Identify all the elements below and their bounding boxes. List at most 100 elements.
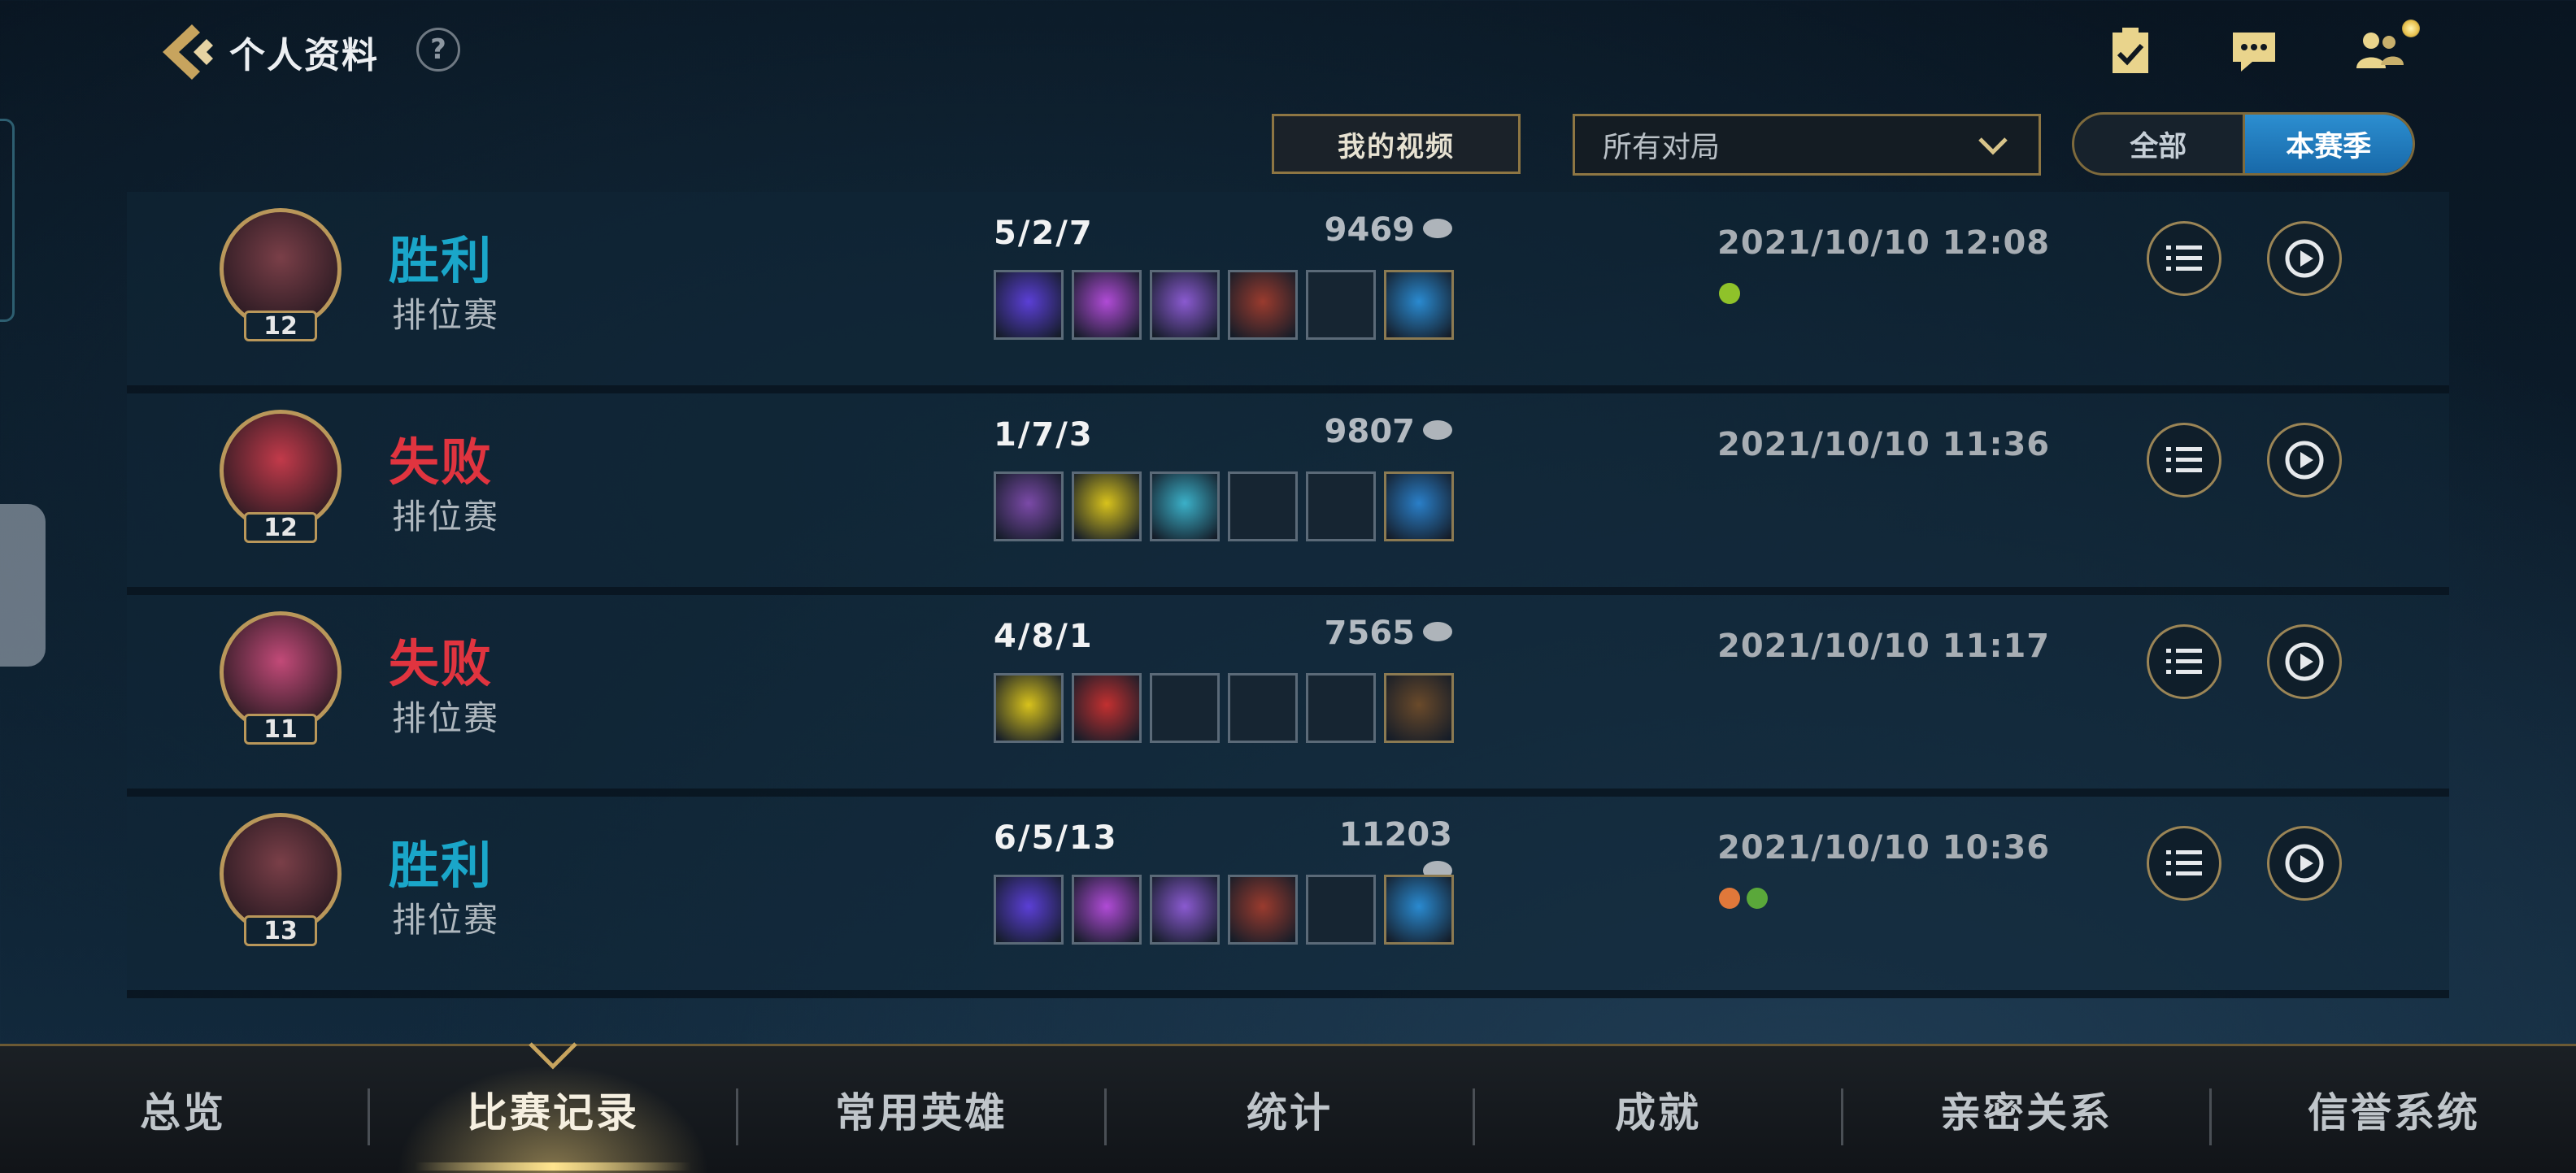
game-mode: 排位赛 (392, 497, 500, 537)
match-result: 胜利 (389, 836, 494, 895)
side-pull-handle[interactable] (0, 504, 46, 667)
notification-dot (2402, 20, 2420, 37)
item-slot[interactable] (1072, 875, 1142, 945)
item-slot[interactable] (994, 673, 1064, 743)
chat-icon[interactable] (2228, 24, 2280, 76)
item-slot[interactable] (1306, 673, 1376, 743)
item-slot[interactable] (1072, 471, 1142, 541)
side-panel-tab[interactable] (0, 119, 15, 322)
row-divider (127, 587, 2449, 595)
gold-value: 9469 (1324, 211, 1415, 249)
replay-button[interactable] (2267, 624, 2342, 699)
item-slot[interactable] (1072, 673, 1142, 743)
match-details-button[interactable] (2147, 826, 2221, 901)
item-slot[interactable] (1306, 875, 1376, 945)
item-slots (994, 875, 1454, 945)
item-slot[interactable] (1150, 270, 1220, 340)
gold-coin-icon (1423, 420, 1452, 440)
replay-button[interactable] (2267, 423, 2342, 497)
match-time: 2021/10/10 11:17 (1717, 628, 2051, 665)
row-divider (127, 789, 2449, 797)
replay-icon (2285, 844, 2324, 883)
nav-overview[interactable]: 总览 (0, 1046, 366, 1173)
back-chevron-icon[interactable] (151, 20, 216, 85)
match-details-button[interactable] (2147, 221, 2221, 296)
season-toggle[interactable]: 全部 本赛季 (2072, 112, 2415, 176)
nav-achievements[interactable]: 成就 (1475, 1046, 1841, 1173)
item-slot[interactable] (1228, 270, 1298, 340)
gold-earned: 9469 (1306, 211, 1452, 249)
replay-button[interactable] (2267, 221, 2342, 296)
replay-icon (2285, 642, 2324, 681)
match-time: 2021/10/10 12:08 (1717, 224, 2051, 262)
match-type-select[interactable]: 所有对局 (1573, 114, 2041, 176)
match-badges (1719, 283, 1740, 304)
item-slot[interactable] (1306, 270, 1376, 340)
champion-level-badge: 12 (244, 311, 317, 341)
item-slot[interactable] (1228, 471, 1298, 541)
item-slot[interactable] (1150, 471, 1220, 541)
replay-icon (2285, 441, 2324, 480)
nav-favorite-champions[interactable]: 常用英雄 (738, 1046, 1104, 1173)
active-tab-caret-icon (529, 1042, 577, 1070)
item-slot[interactable] (1150, 673, 1220, 743)
nav-statistics[interactable]: 统计 (1107, 1046, 1473, 1173)
task-checklist-icon[interactable] (2104, 24, 2156, 76)
list-icon (2166, 447, 2202, 472)
match-details-button[interactable] (2147, 624, 2221, 699)
item-slot[interactable] (994, 270, 1064, 340)
header-bar: 个人资料 ? (0, 0, 2576, 106)
item-slot[interactable] (1228, 673, 1298, 743)
kda-stat: 5/2/7 (994, 215, 1094, 252)
match-row[interactable]: 12 失败 排位赛 1/7/3 9807 2021/10/10 11:36 (127, 393, 2449, 595)
help-icon[interactable]: ? (416, 28, 460, 72)
item-slot[interactable] (1306, 471, 1376, 541)
item-slot[interactable] (994, 875, 1064, 945)
match-result: 失败 (389, 634, 494, 693)
item-slot[interactable] (994, 471, 1064, 541)
kda-stat: 4/8/1 (994, 618, 1094, 655)
champion-level-badge: 11 (244, 714, 317, 745)
gold-value: 9807 (1324, 413, 1415, 450)
list-icon (2166, 245, 2202, 271)
kda-stat: 6/5/13 (994, 819, 1118, 857)
match-row[interactable]: 13 胜利 排位赛 6/5/13 11203 2021/10/10 10:36 (127, 797, 2449, 998)
nav-honor-system[interactable]: 信誉系统 (2212, 1046, 2576, 1173)
nav-close-relationships[interactable]: 亲密关系 (1843, 1046, 2209, 1173)
active-tab-glow (415, 1162, 691, 1171)
trinket-slot[interactable] (1384, 270, 1454, 340)
toggle-current-season[interactable]: 本赛季 (2242, 115, 2413, 173)
match-result: 胜利 (389, 231, 494, 290)
row-divider (127, 385, 2449, 393)
trinket-slot[interactable] (1384, 875, 1454, 945)
trinket-slot[interactable] (1384, 471, 1454, 541)
replay-button[interactable] (2267, 826, 2342, 901)
bottom-nav: 总览 比赛记录 常用英雄 统计 成就 亲密关系 信誉系统 (0, 1044, 2576, 1173)
match-type-value: 所有对局 (1603, 131, 1721, 164)
match-time: 2021/10/10 10:36 (1717, 829, 2051, 867)
toggle-all[interactable]: 全部 (2074, 115, 2243, 173)
chevron-down-icon (1978, 137, 2008, 155)
gold-coin-icon (1423, 622, 1452, 641)
gold-earned: 9807 (1306, 413, 1452, 450)
match-badges (1719, 888, 1768, 909)
match-history-list[interactable]: 12 胜利 排位赛 5/2/7 9469 2021/10/10 12:08 12 失败 排位赛 1… (127, 192, 2449, 1045)
gold-value: 11203 (1338, 816, 1452, 854)
match-row[interactable]: 11 失败 排位赛 4/8/1 7565 2021/10/10 11:17 (127, 595, 2449, 797)
gold-coin-icon (1423, 219, 1452, 238)
match-details-button[interactable] (2147, 423, 2221, 497)
game-mode: 排位赛 (392, 295, 500, 335)
my-videos-button[interactable]: 我的视频 (1272, 114, 1521, 174)
page-title: 个人资料 (229, 35, 379, 76)
match-time: 2021/10/10 11:36 (1717, 426, 2051, 463)
item-slots (994, 270, 1454, 340)
item-slot[interactable] (1072, 270, 1142, 340)
trinket-slot[interactable] (1384, 673, 1454, 743)
match-result: 失败 (389, 432, 494, 492)
friends-icon[interactable] (2353, 24, 2405, 76)
achievement-badge-icon (1719, 888, 1740, 909)
item-slot[interactable] (1228, 875, 1298, 945)
item-slot[interactable] (1150, 875, 1220, 945)
match-row[interactable]: 12 胜利排位赛 5/2/7 9469 2021/10/10 12:08 (127, 192, 2449, 393)
item-slots (994, 471, 1454, 541)
